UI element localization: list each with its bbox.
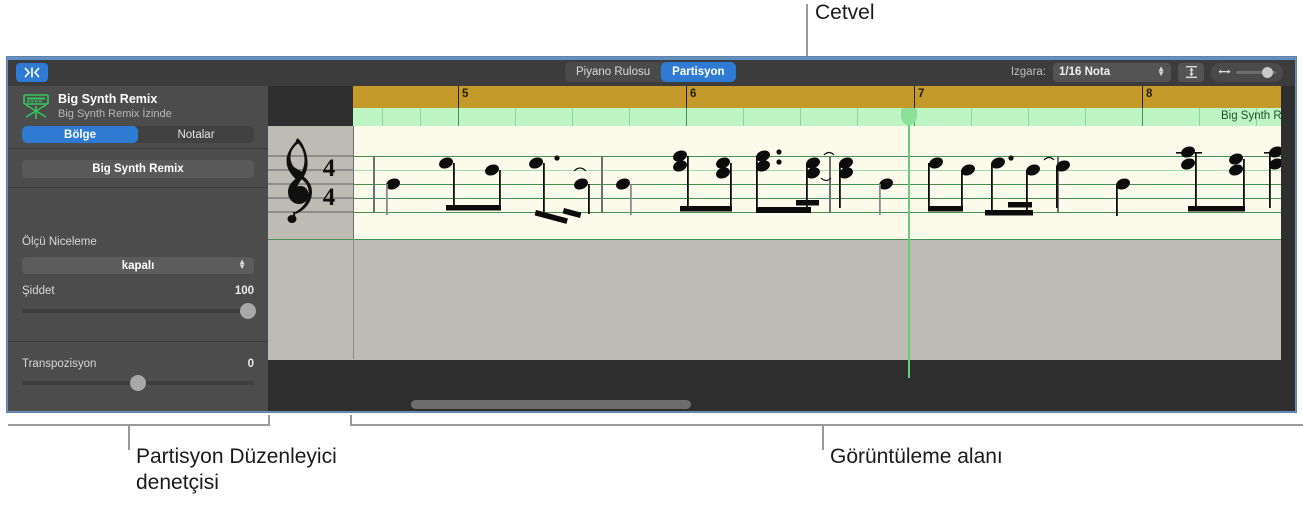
editor-mode-segmented-control[interactable]: Piyano Rulosu Partisyon	[565, 62, 736, 82]
tab-notes[interactable]: Notalar	[138, 126, 254, 143]
track-name: Big Synth Remix	[58, 92, 158, 106]
leader-line-inspector	[128, 424, 130, 450]
playhead-line[interactable]	[908, 108, 910, 378]
quantize-value: kapalı	[121, 259, 155, 272]
zoom-track[interactable]	[1236, 66, 1276, 78]
playhead-marker[interactable]	[901, 108, 917, 125]
stepper-arrows-icon[interactable]: ▲ ▼	[238, 258, 246, 271]
horizontal-scrollbar[interactable]	[268, 398, 1295, 411]
stepper-arrows-icon[interactable]: ▲ ▼	[1157, 64, 1165, 77]
window-focus-line	[8, 58, 1295, 60]
bar-number: 6	[690, 88, 697, 100]
horizontal-zoom-slider[interactable]	[1211, 62, 1283, 82]
svg-text:4: 4	[323, 184, 336, 211]
grid-value-text: 1/16 Nota	[1059, 66, 1111, 78]
grid-label: Izgara:	[1010, 66, 1046, 78]
tab-score[interactable]: Partisyon	[661, 62, 736, 82]
bar-number: 5	[462, 88, 469, 100]
score-paper[interactable]	[268, 126, 1295, 239]
bracket-viewarea-left	[350, 415, 352, 426]
transpose-knob[interactable]	[130, 375, 146, 391]
zoom-knob[interactable]	[1262, 66, 1273, 78]
empty-staff-area[interactable]	[268, 239, 1295, 360]
quantize-select[interactable]: kapalı ▲ ▼	[22, 257, 254, 274]
velocity-label: Şiddet	[22, 285, 55, 297]
pane-divider	[353, 239, 354, 359]
score-view-area: 5 6 7 8 Big Synth 4 4	[268, 86, 1295, 411]
music-notes[interactable]	[268, 126, 1295, 239]
time-signature: 4 4	[323, 155, 336, 211]
inspector-tabs[interactable]: Bölge Notalar	[22, 126, 254, 143]
bracket-inspector-right	[268, 415, 270, 426]
divider	[8, 341, 268, 342]
tab-piano-roll[interactable]: Piyano Rulosu	[565, 62, 661, 82]
vertical-resize-icon[interactable]	[1178, 62, 1204, 82]
callout-viewarea: Görüntüleme alanı	[830, 445, 1003, 468]
transpose-slider[interactable]	[22, 375, 254, 391]
inspector-header: Big Synth Remix Big Synth Remix İzinde B…	[8, 86, 268, 149]
grid-controls: Izgara: 1/16 Nota ▲ ▼	[1011, 61, 1283, 83]
horizontal-scrollbar-thumb[interactable]	[411, 400, 691, 409]
horizontal-resize-icon	[1218, 63, 1231, 81]
leader-line-ruler	[806, 4, 808, 58]
bar-number: 8	[1146, 88, 1153, 100]
clef-svg: 4 4	[268, 138, 353, 223]
transpose-value: 0	[247, 358, 254, 370]
velocity-knob[interactable]	[240, 303, 256, 319]
quantize-label: Ölçü Niceleme	[22, 236, 97, 248]
bracket-viewarea-top	[350, 424, 1303, 426]
clef-signature-area: 4 4	[268, 126, 354, 239]
tab-region[interactable]: Bölge	[22, 126, 138, 143]
transpose-label: Transpozisyon	[22, 358, 97, 370]
score-editor-icon[interactable]	[16, 63, 48, 82]
grid-value-select[interactable]: 1/16 Nota ▲ ▼	[1053, 62, 1171, 82]
score-editor-window: Piyano Rulosu Partisyon Izgara: 1/16 Not…	[7, 57, 1296, 412]
divider	[8, 187, 268, 188]
region-strip[interactable]: Big Synth Remix	[353, 108, 1295, 127]
velocity-slider[interactable]	[22, 303, 256, 319]
svg-text:4: 4	[323, 155, 336, 182]
bar-number: 7	[918, 88, 925, 100]
region-name-field[interactable]: Big Synth Remix	[22, 160, 254, 178]
treble-clef-icon	[286, 138, 312, 223]
callout-inspector: Partisyon Düzenleyici denetçisi	[136, 445, 337, 494]
leader-line-viewarea	[822, 424, 824, 450]
bracket-inspector-top	[8, 424, 270, 426]
vertical-scrollbar[interactable]	[1281, 86, 1295, 398]
editor-toolbar: Piyano Rulosu Partisyon Izgara: 1/16 Not…	[8, 58, 1295, 87]
score-editor-inspector: Big Synth Remix Big Synth Remix İzinde B…	[8, 86, 268, 411]
ruler[interactable]: 5 6 7 8	[353, 86, 1295, 108]
callout-ruler: Cetvel	[815, 1, 875, 24]
track-subtitle: Big Synth Remix İzinde	[58, 108, 172, 120]
synth-keyboard-icon	[21, 93, 51, 121]
velocity-value: 100	[234, 285, 254, 297]
